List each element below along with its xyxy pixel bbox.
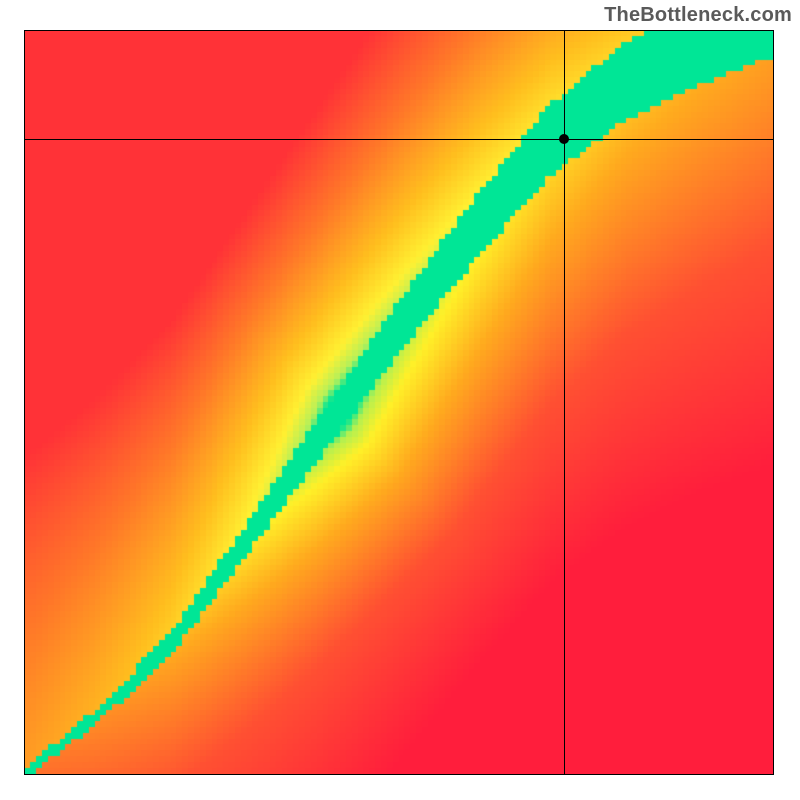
heatmap-canvas <box>25 31 773 774</box>
heatmap-plot <box>24 30 774 775</box>
attribution-label: TheBottleneck.com <box>604 4 792 27</box>
